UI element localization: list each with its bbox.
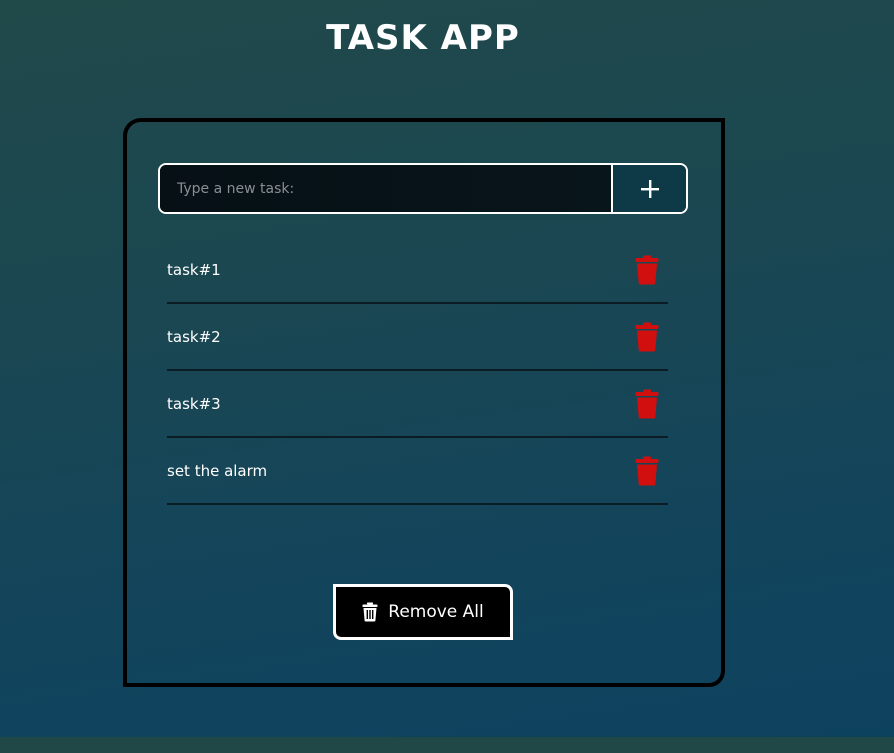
task-item: set the alarm — [167, 438, 668, 505]
remove-all-button[interactable]: Remove All — [333, 584, 513, 640]
task-item: task#2 — [167, 304, 668, 371]
task-item: task#3 — [167, 371, 668, 438]
remove-all-label: Remove All — [388, 602, 484, 622]
trash-icon — [635, 389, 659, 418]
trash-icon — [362, 602, 378, 622]
trash-icon — [635, 255, 659, 284]
task-text: task#1 — [167, 260, 221, 279]
new-task-form — [158, 163, 688, 214]
plus-icon — [640, 179, 659, 198]
trash-icon — [635, 322, 659, 351]
delete-task-button[interactable] — [632, 320, 662, 354]
delete-task-button[interactable] — [632, 387, 662, 421]
task-item: task#1 — [167, 237, 668, 304]
app-title: TASK APP — [326, 18, 520, 58]
delete-task-button[interactable] — [632, 454, 662, 488]
delete-task-button[interactable] — [632, 253, 662, 287]
new-task-input[interactable] — [160, 165, 611, 212]
add-task-button[interactable] — [611, 165, 686, 212]
trash-icon — [635, 456, 659, 485]
task-text: set the alarm — [167, 461, 268, 480]
task-text: task#2 — [167, 327, 221, 346]
task-list: task#1 task#2 task#3 set the alarm — [167, 237, 668, 505]
task-text: task#3 — [167, 394, 221, 413]
page-footer-strip — [0, 737, 894, 753]
